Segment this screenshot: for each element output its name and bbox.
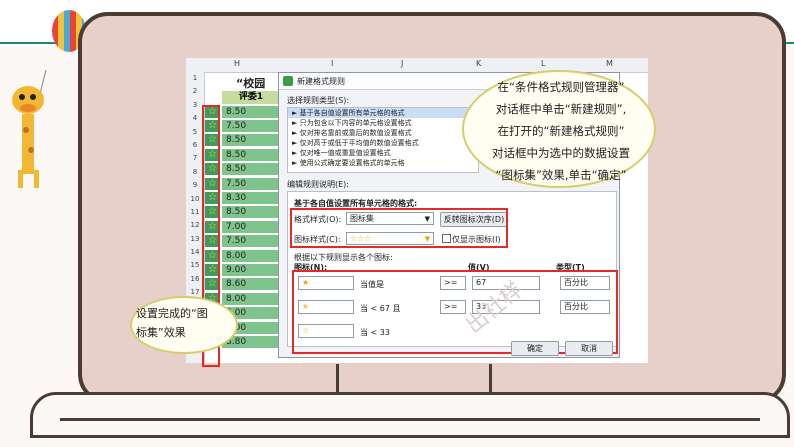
rule-type-label: 选择规则类型(S): xyxy=(287,96,350,105)
title-cell[interactable]: “校园 xyxy=(236,75,265,91)
col-header[interactable]: L xyxy=(541,59,545,68)
monitor-neck xyxy=(336,364,492,392)
row-number[interactable]: 2 xyxy=(186,85,204,98)
value-cell[interactable]: 8.60 xyxy=(222,278,280,291)
rule-type-item[interactable]: ► 使用公式确定要设置格式的单元格 xyxy=(288,158,478,168)
cancel-button[interactable]: 取消 xyxy=(565,341,613,356)
value-cell[interactable]: 7.50 xyxy=(222,177,280,190)
col-header[interactable]: M xyxy=(606,59,613,68)
callout-text: 在“条件格式规则管理器” 对话框中单击“新建规则”, 在打开的“新建格式规则” 对话框… xyxy=(492,80,630,182)
col-header[interactable]: K xyxy=(476,59,481,68)
col-header[interactable]: J xyxy=(401,59,403,68)
rule-description-panel: 基于各自值设置所有单元格的格式: 格式样式(O): 图标集 ▼ 反转图标次序(D)… xyxy=(287,191,618,354)
value-cell[interactable]: 8.00 xyxy=(222,249,280,262)
value-cell[interactable]: 8.50 xyxy=(222,105,280,118)
value-cell[interactable]: 7.00 xyxy=(222,220,280,233)
rule-type-item[interactable]: ► 仅对唯一值或重复值设置格式 xyxy=(288,148,478,158)
value-cell[interactable]: 8.50 xyxy=(222,148,280,161)
value-cell[interactable]: 8.30 xyxy=(222,192,280,205)
style-highlight xyxy=(290,208,508,248)
rule-type-item[interactable]: ► 仅对排名靠前或靠后的数值设置格式 xyxy=(288,128,478,138)
row-number[interactable]: 1 xyxy=(186,72,204,85)
small-callout-text: 设置完成的“图 标集”效果 xyxy=(136,307,208,339)
header-cell[interactable]: 评委1 xyxy=(222,91,280,104)
value-cell[interactable]: 8.00 xyxy=(222,292,280,305)
app-icon xyxy=(283,76,293,86)
value-cell[interactable]: 9.00 xyxy=(222,263,280,276)
ok-button[interactable]: 确定 xyxy=(511,341,559,356)
value-cell[interactable]: 8.50 xyxy=(222,163,280,176)
giraffe-icon xyxy=(12,70,47,188)
dialog-title: 新建格式规则 xyxy=(297,77,345,86)
rule-type-item[interactable]: ► 仅对高于或低于平均值的数值设置格式 xyxy=(288,138,478,148)
rule-type-list[interactable]: ► 基于各自值设置所有单元格的格式 ► 只为包含以下内容的单元格设置格式 ► 仅对排… xyxy=(287,107,479,173)
value-cell[interactable]: 7.50 xyxy=(222,120,280,133)
rule-desc-label: 编辑规则说明(E): xyxy=(287,180,349,189)
monitor-base-line xyxy=(60,418,760,421)
col-header[interactable]: H xyxy=(234,59,240,68)
rule-type-item[interactable]: ► 只为包含以下内容的单元格设置格式 xyxy=(288,118,478,128)
monitor-base xyxy=(30,392,790,438)
rule-type-item[interactable]: ► 基于各自值设置所有单元格的格式 xyxy=(288,108,478,118)
value-cell[interactable]: 8.50 xyxy=(222,206,280,219)
col-header[interactable]: I xyxy=(331,59,333,68)
value-cell[interactable]: 8.50 xyxy=(222,134,280,147)
value-cell[interactable]: 7.50 xyxy=(222,235,280,248)
